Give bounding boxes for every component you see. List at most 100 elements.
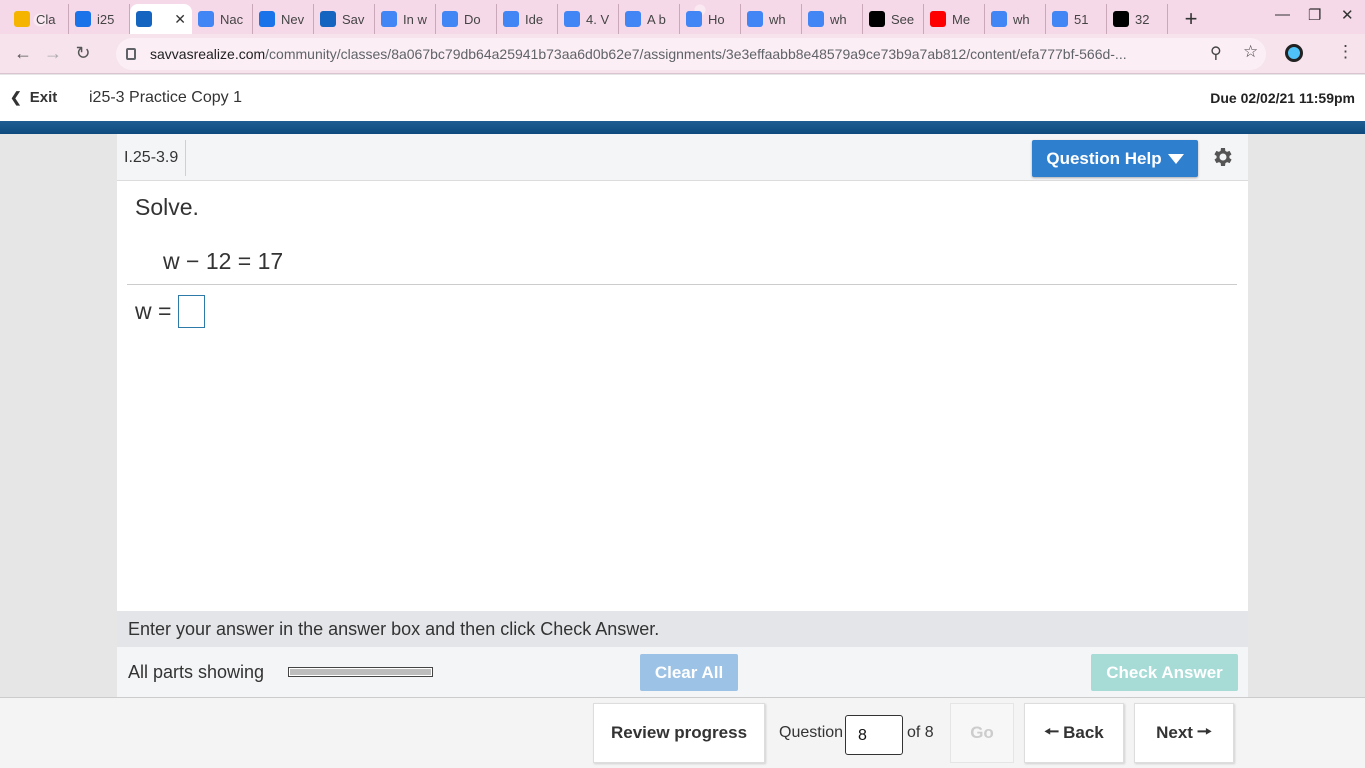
address-bar[interactable]: savvasrealize.com/community/classes/8a06… — [116, 38, 1266, 70]
back-button[interactable]: 🠔 Back — [1024, 703, 1124, 763]
tab-title: wh — [769, 11, 786, 27]
browser-tab[interactable]: Me — [924, 4, 985, 34]
browser-tab[interactable]: Ide — [497, 4, 558, 34]
arrow-left-icon: 🠔 — [1044, 721, 1060, 741]
close-window-icon[interactable]: ✕ — [1341, 6, 1354, 24]
answer-input[interactable] — [178, 295, 206, 328]
question-prompt: Solve. — [135, 194, 199, 220]
tab-strip: Cla i25 ✕ Nac Nev Sav In w Do Ide 4. V A b Ho wh wh Se… — [8, 4, 1168, 34]
tab-title: Ho — [708, 11, 725, 27]
question-number-input[interactable]: 8 — [845, 715, 903, 755]
savvas-icon — [136, 11, 152, 27]
google-icon — [503, 11, 519, 27]
extension-icon[interactable] — [1285, 44, 1303, 62]
google-icon — [991, 11, 1007, 27]
forward-arrow-icon[interactable]: → — [38, 43, 68, 64]
question-header: I.25-3.9 Question Help — [117, 134, 1248, 181]
tab-title: 32 — [1135, 11, 1150, 27]
new-tab-button[interactable]: + — [1176, 4, 1206, 34]
answer-row: w = — [135, 295, 206, 328]
browser-tab[interactable]: Nac — [192, 4, 253, 34]
review-progress-button[interactable]: Review progress — [593, 703, 765, 763]
google-icon — [1052, 11, 1068, 27]
savvas-icon — [320, 11, 336, 27]
google-icon — [808, 11, 824, 27]
gear-icon[interactable] — [1211, 145, 1235, 169]
zoom-icon[interactable]: ⚲ — [1210, 43, 1222, 63]
browser-tab[interactable]: 51 — [1046, 4, 1107, 34]
exit-button[interactable]: ❮ Exit — [10, 89, 57, 106]
browser-tab[interactable]: i25 — [69, 4, 130, 34]
tab-title: In w — [403, 11, 427, 27]
back-arrow-icon[interactable]: ← — [8, 43, 38, 64]
google-icon — [442, 11, 458, 27]
next-button[interactable]: Next 🠖 — [1134, 703, 1234, 763]
tab-title: 4. V — [586, 11, 610, 27]
menu-kebab-icon[interactable]: ⋮ — [1337, 42, 1354, 62]
tab-title: Nac — [220, 11, 244, 27]
browser-tab[interactable]: Ho — [680, 4, 741, 34]
tab-title: Nev — [281, 11, 305, 27]
brainly-icon — [1113, 11, 1129, 27]
close-tab-icon[interactable]: ✕ — [174, 11, 186, 28]
assignment-title: i25-3 Practice Copy 1 — [89, 89, 242, 106]
browser-tab[interactable]: Cla — [8, 4, 69, 34]
restore-icon[interactable]: ❐ — [1308, 6, 1321, 24]
youtube-icon — [930, 11, 946, 27]
browser-tab-bar: Cla i25 ✕ Nac Nev Sav In w Do Ide 4. V A b Ho wh wh Se… — [0, 0, 1365, 34]
question-total: of 8 — [907, 724, 934, 741]
tab-title: Do — [464, 11, 481, 27]
tab-title: Sav — [342, 11, 365, 27]
reload-icon[interactable]: ↻ — [68, 43, 98, 64]
browser-toolbar: ← → ↻ savvasrealize.com/community/classe… — [0, 34, 1365, 74]
exit-label: Exit — [29, 89, 58, 106]
browser-tab[interactable]: A b — [619, 4, 680, 34]
browser-tab[interactable]: ✕ — [130, 4, 192, 34]
browser-tab[interactable]: wh — [741, 4, 802, 34]
arrow-right-icon: 🠖 — [1196, 721, 1212, 741]
tab-title: wh — [830, 11, 847, 27]
answer-label: w = — [135, 298, 172, 324]
minimize-icon[interactable]: — — [1275, 6, 1290, 23]
nytimes-icon — [869, 11, 885, 27]
check-answer-button[interactable]: Check Answer — [1091, 654, 1238, 691]
browser-tab[interactable]: 4. V — [558, 4, 619, 34]
divider — [127, 284, 1237, 285]
google-icon — [564, 11, 580, 27]
tab-title: 51 — [1074, 11, 1089, 27]
browser-tab[interactable]: wh — [985, 4, 1046, 34]
question-id: I.25-3.9 — [117, 140, 187, 176]
browser-tab[interactable]: In w — [375, 4, 436, 34]
question-panel: I.25-3.9 Question Help Solve. w − 12 = 1… — [117, 134, 1248, 697]
google-icon — [381, 11, 397, 27]
contacts-icon — [75, 11, 91, 27]
browser-tab[interactable]: Do — [436, 4, 497, 34]
question-help-button[interactable]: Question Help — [1032, 140, 1198, 177]
bookmark-star-icon[interactable]: ☆ — [1243, 42, 1258, 62]
google-icon — [625, 11, 641, 27]
tab-title: i25 — [97, 11, 115, 27]
due-date: Due 02/02/21 11:59pm — [1210, 90, 1355, 106]
clear-all-button[interactable]: Clear All — [640, 654, 738, 691]
browser-tab[interactable]: See — [863, 4, 924, 34]
browser-tab[interactable]: Sav — [314, 4, 375, 34]
question-label: Question — [779, 724, 844, 741]
tab-title: Me — [952, 11, 971, 27]
go-button[interactable]: Go — [950, 703, 1014, 763]
instruction-text: Enter your answer in the answer box and … — [117, 611, 1248, 647]
browser-tab[interactable]: 32 — [1107, 4, 1168, 34]
next-label: Next — [1156, 723, 1193, 742]
classroom-icon — [14, 11, 30, 27]
browser-tab[interactable]: wh — [802, 4, 863, 34]
bottom-nav: Review progress Question 8 of 8 Go 🠔 Bac… — [0, 697, 1365, 768]
question-footer: All parts showing Clear All Check Answer — [117, 647, 1248, 697]
chevron-left-icon: ❮ — [10, 89, 22, 105]
browser-tab[interactable]: Nev — [253, 4, 314, 34]
tab-title: wh — [1013, 11, 1030, 27]
equation: w − 12 = 17 — [163, 248, 284, 274]
question-help-label: Question Help — [1046, 148, 1162, 168]
app-header: ❮ Exit i25-3 Practice Copy 1 Due 02/02/2… — [0, 75, 1365, 121]
tab-title: Cla — [36, 11, 56, 27]
google-icon — [686, 11, 702, 27]
parts-label: All parts showing — [128, 662, 265, 682]
